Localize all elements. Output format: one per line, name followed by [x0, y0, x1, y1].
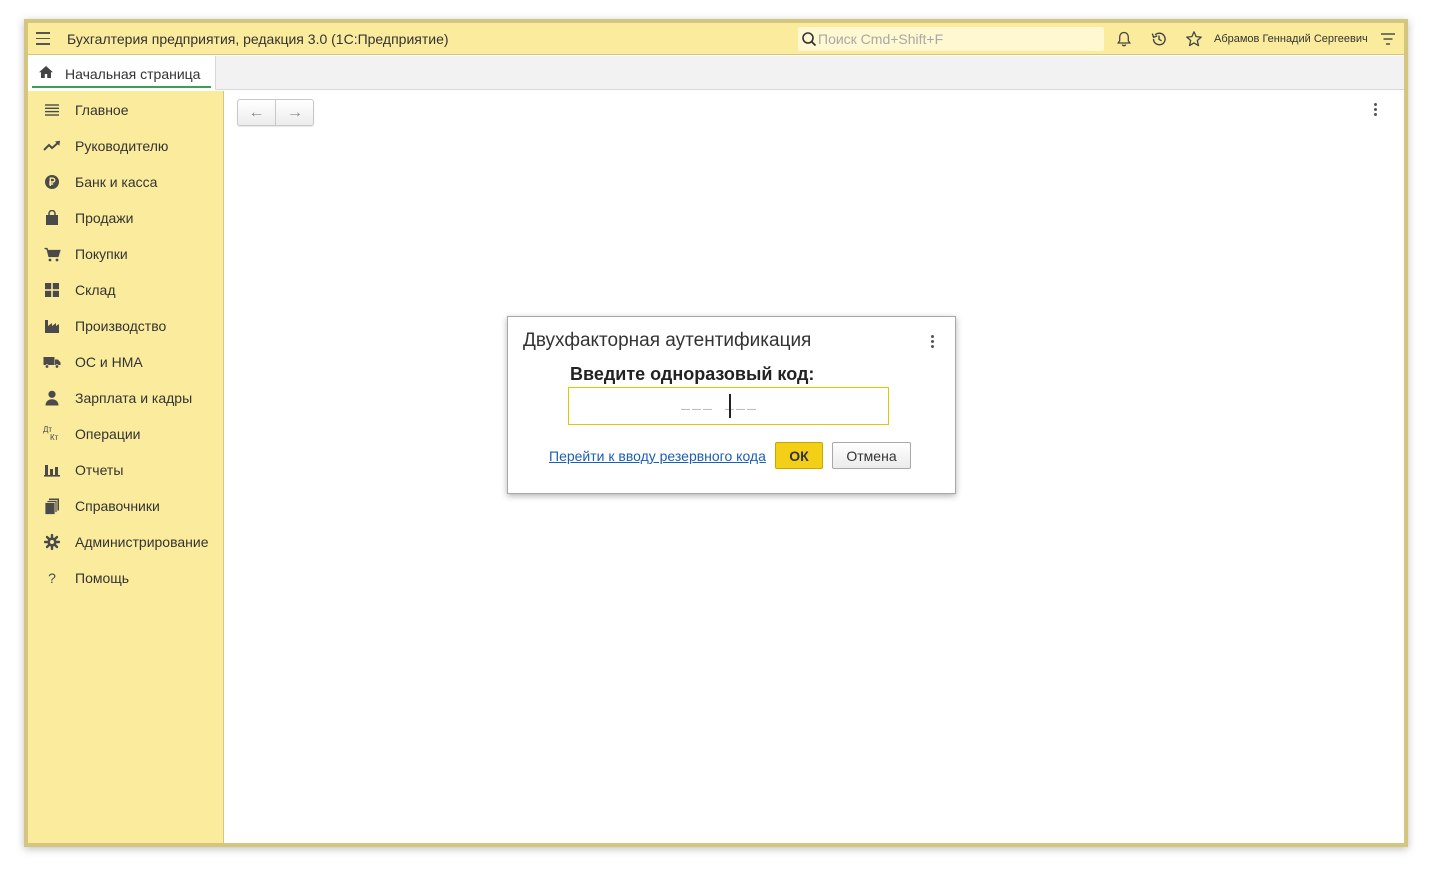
history-icon[interactable] [1150, 30, 1168, 48]
sidebar-item-administration[interactable]: Администрирование [28, 527, 224, 557]
active-tab-indicator [32, 86, 211, 88]
more-actions-icon[interactable] [1372, 103, 1378, 119]
sidebar-item-label: Руководителю [75, 138, 169, 154]
search-icon [802, 32, 817, 47]
books-icon [43, 497, 61, 515]
sidebar-item-label: Продажи [75, 210, 134, 226]
bell-icon[interactable] [1115, 30, 1133, 48]
code-mask: ___ ___ [681, 396, 759, 413]
sidebar-item-sales[interactable]: Продажи [28, 203, 224, 233]
sidebar-item-bank[interactable]: Банк и касса [28, 167, 224, 197]
sidebar-item-label: Справочники [75, 498, 160, 514]
warehouse-icon [43, 281, 61, 299]
code-prompt: Введите одноразовый код: [570, 364, 815, 384]
sidebar-item-references[interactable]: Справочники [28, 491, 224, 521]
forward-button[interactable]: → [276, 100, 314, 125]
list-icon [43, 101, 61, 119]
sidebar-item-label: Помощь [75, 570, 130, 586]
sidebar-item-production[interactable]: Производство [28, 311, 224, 341]
sidebar-item-director[interactable]: Руководителю [28, 131, 224, 161]
sidebar-item-label: Банк и касса [75, 174, 158, 190]
trend-icon [43, 137, 61, 155]
user-name[interactable]: Абрамов Геннадий Сергеевич [1214, 33, 1368, 45]
question-icon: ? [48, 570, 56, 586]
hamburger-icon[interactable] [36, 32, 50, 45]
cart-icon [43, 245, 61, 263]
sidebar-item-operations[interactable]: Дт Кт Операции [28, 419, 224, 449]
kt-label: Кт [50, 433, 59, 442]
back-button[interactable]: ← [238, 100, 276, 125]
app-title: Бухгалтерия предприятия, редакция 3.0 (1… [67, 31, 449, 47]
ok-button[interactable]: ОК [775, 442, 823, 469]
dt-kt-icon: Дт Кт [43, 425, 61, 443]
factory-icon [43, 317, 61, 335]
sidebar-item-label: Операции [75, 426, 141, 442]
sidebar-item-reports[interactable]: Отчеты [28, 455, 224, 485]
truck-icon [43, 353, 61, 371]
title-bar: Бухгалтерия предприятия, редакция 3.0 (1… [28, 23, 1404, 55]
menu-lines-icon[interactable] [1379, 30, 1397, 48]
home-icon [39, 66, 53, 78]
cancel-button[interactable]: Отмена [832, 442, 911, 469]
sidebar-item-label: Главное [75, 102, 129, 118]
gear-icon [43, 533, 61, 551]
sidebar-item-fixed-assets[interactable]: ОС и НМА [28, 347, 224, 377]
sidebar-item-help[interactable]: ? Помощь [28, 563, 224, 593]
star-icon[interactable] [1185, 30, 1203, 48]
sidebar-item-label: Покупки [75, 246, 128, 262]
sidebar-item-label: Администрирование [75, 534, 209, 550]
sidebar-item-label: Отчеты [75, 462, 124, 478]
two-factor-dialog: Двухфакторная аутентификация Введите одн… [507, 316, 956, 494]
tab-home[interactable]: Начальная страница [28, 56, 216, 90]
otp-code-input[interactable]: ___ ___ [568, 387, 889, 425]
dialog-title: Двухфакторная аутентификация [523, 330, 812, 351]
tab-bar: Начальная страница [28, 56, 1404, 90]
sidebar-item-label: Зарплата и кадры [75, 390, 193, 406]
backup-code-link[interactable]: Перейти к вводу резервного кода [549, 448, 766, 464]
history-nav: ← → [237, 99, 314, 126]
sidebar: Главное Руководителю Банк и касса Продаж… [28, 91, 224, 843]
text-caret [729, 394, 731, 418]
tab-home-label: Начальная страница [65, 66, 201, 82]
sidebar-item-label: Производство [75, 318, 167, 334]
sidebar-item-label: Склад [75, 282, 116, 298]
dialog-more-icon[interactable] [929, 335, 935, 351]
sidebar-item-warehouse[interactable]: Склад [28, 275, 224, 305]
search-box[interactable] [798, 27, 1104, 51]
ruble-icon [43, 173, 61, 191]
search-input[interactable] [818, 30, 1098, 48]
sidebar-item-purchases[interactable]: Покупки [28, 239, 224, 269]
person-icon [43, 389, 61, 407]
sidebar-item-main[interactable]: Главное [28, 95, 224, 125]
sidebar-item-label: ОС и НМА [75, 354, 143, 370]
bag-icon [43, 209, 61, 227]
sidebar-item-salary[interactable]: Зарплата и кадры [28, 383, 224, 413]
bar-chart-icon [43, 461, 61, 479]
